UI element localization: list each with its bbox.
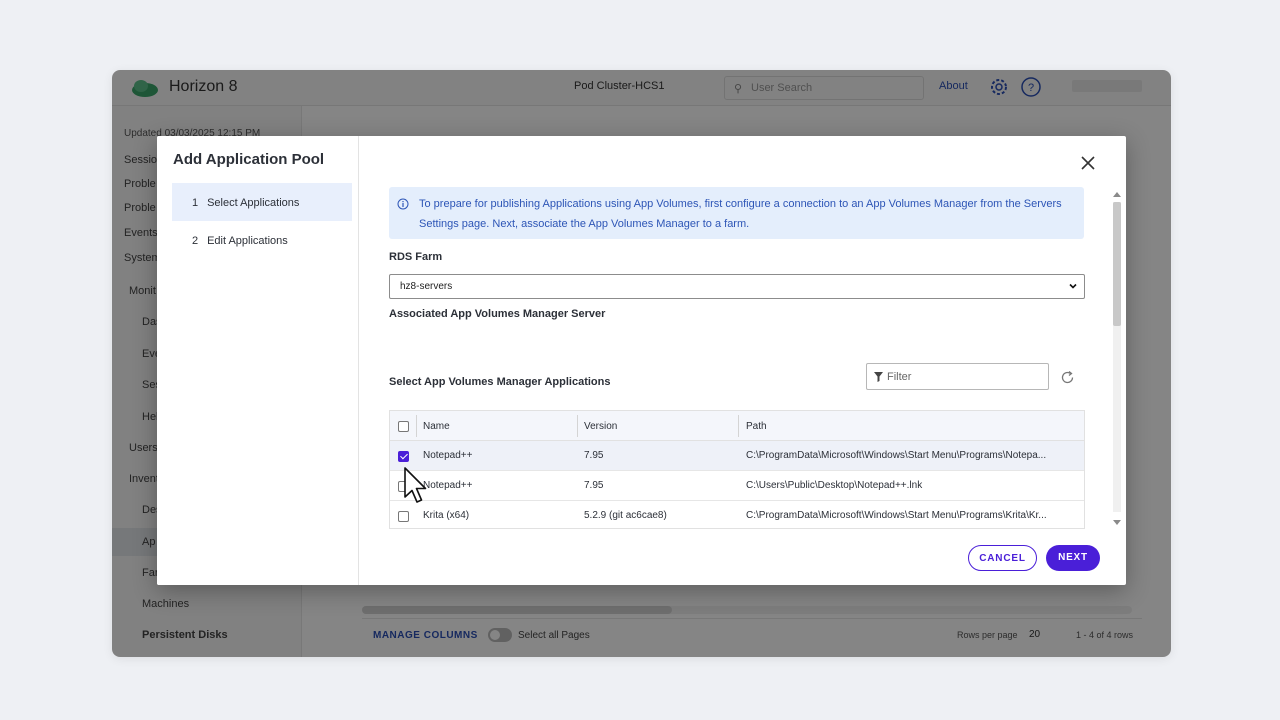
select-av-apps-label: Select App Volumes Manager Applications <box>389 376 611 388</box>
row-name: Notepad++ <box>423 480 473 491</box>
row-version: 5.2.9 (git ac6cae8) <box>584 510 667 521</box>
select-all-checkbox[interactable] <box>398 421 409 432</box>
filter-input[interactable]: Filter <box>866 363 1049 390</box>
scroll-up-arrow-icon[interactable] <box>1113 192 1121 197</box>
vertical-scrollbar[interactable] <box>1111 190 1123 526</box>
row-name: Krita (x64) <box>423 510 470 521</box>
row-checkbox[interactable] <box>398 511 409 522</box>
step-number: 1 <box>192 197 199 209</box>
row-path: C:\ProgramData\Microsoft\Windows\Start M… <box>746 450 1047 461</box>
column-divider[interactable] <box>738 415 739 437</box>
dialog-title: Add Application Pool <box>173 151 325 168</box>
cancel-button[interactable]: CANCEL <box>968 545 1037 571</box>
column-header-path[interactable]: Path <box>746 421 767 432</box>
wizard-steps-panel: Add Application Pool 1 Select Applicatio… <box>157 136 359 585</box>
step-number: 2 <box>192 235 199 247</box>
row-name: Notepad++ <box>423 450 473 461</box>
table-row[interactable]: Notepad++ 7.95 C:\Users\Public\Desktop\N… <box>390 471 1084 501</box>
column-header-version[interactable]: Version <box>584 421 617 432</box>
rds-farm-select[interactable]: hz8-servers <box>389 274 1085 299</box>
info-text: To prepare for publishing Applications u… <box>419 198 1062 230</box>
add-application-pool-dialog: Add Application Pool 1 Select Applicatio… <box>157 136 1126 585</box>
rds-farm-label: RDS Farm <box>389 251 443 263</box>
mouse-cursor-icon <box>404 467 427 503</box>
step-select-applications[interactable]: 1 Select Applications <box>172 183 352 221</box>
table-row[interactable]: Krita (x64) 5.2.9 (git ac6cae8) C:\Progr… <box>390 501 1084 528</box>
info-banner: To prepare for publishing Applications u… <box>389 187 1084 239</box>
refresh-icon[interactable] <box>1060 370 1075 385</box>
step-label: Edit Applications <box>207 235 288 247</box>
column-divider <box>416 415 417 437</box>
close-icon[interactable] <box>1078 153 1098 173</box>
table-row[interactable]: Notepad++ 7.95 C:\ProgramData\Microsoft\… <box>390 441 1084 471</box>
filter-placeholder: Filter <box>887 371 912 383</box>
row-checkbox[interactable] <box>398 451 409 462</box>
row-path: C:\ProgramData\Microsoft\Windows\Start M… <box>746 510 1047 521</box>
table-header-row: Name Version Path <box>390 411 1084 441</box>
info-icon <box>397 198 409 210</box>
column-header-name[interactable]: Name <box>423 421 450 432</box>
column-divider[interactable] <box>577 415 578 437</box>
row-version: 7.95 <box>584 480 604 491</box>
scrollbar-thumb[interactable] <box>1113 202 1121 326</box>
scroll-down-arrow-icon[interactable] <box>1113 520 1121 525</box>
rds-farm-value: hz8-servers <box>400 281 453 292</box>
applications-table: Name Version Path Notepad++ 7.95 C:\Prog… <box>389 410 1085 529</box>
step-edit-applications[interactable]: 2 Edit Applications <box>172 221 352 259</box>
chevron-down-icon <box>1069 283 1077 289</box>
row-path: C:\Users\Public\Desktop\Notepad++.lnk <box>746 480 923 491</box>
av-manager-server-label: Associated App Volumes Manager Server <box>389 308 606 320</box>
row-version: 7.95 <box>584 450 604 461</box>
next-button[interactable]: NEXT <box>1046 545 1100 571</box>
filter-icon <box>874 372 883 382</box>
step-label: Select Applications <box>207 197 300 209</box>
